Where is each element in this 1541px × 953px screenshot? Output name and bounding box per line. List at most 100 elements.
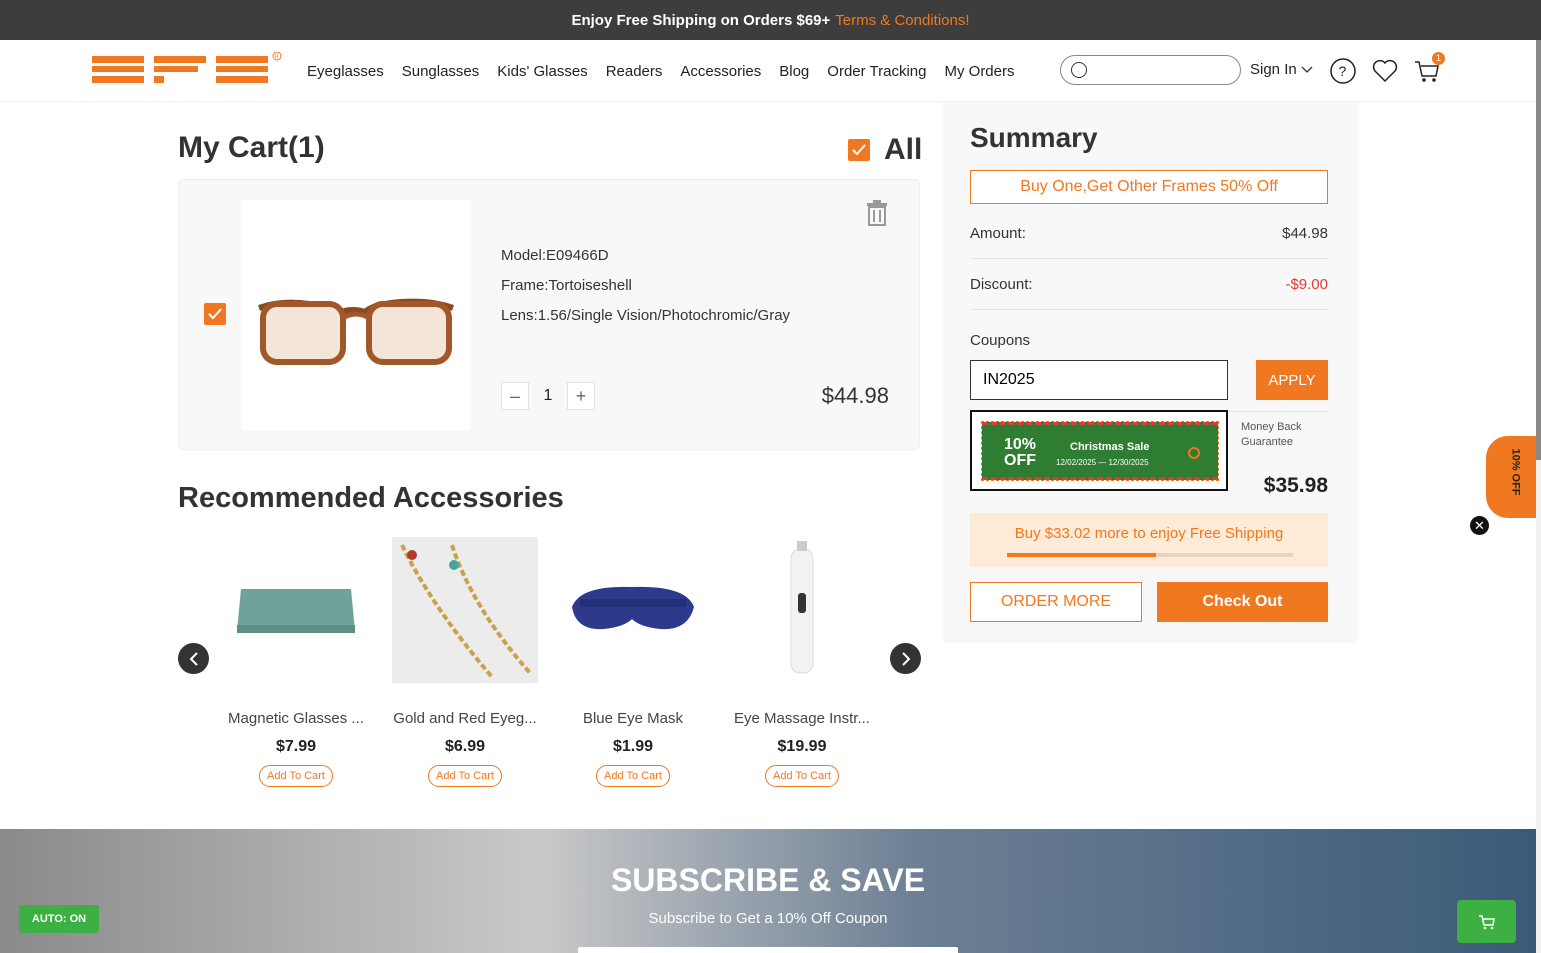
nav-readers[interactable]: Readers: [606, 63, 663, 80]
chevron-right-icon: [901, 651, 910, 666]
carousel-next-button[interactable]: [890, 643, 921, 674]
item-frame: Frame:Tortoiseshell: [501, 277, 632, 294]
free-shipping-progress: Buy $33.02 more to enjoy Free Shipping: [970, 513, 1328, 567]
amount-row: Amount: $44.98: [970, 225, 1328, 242]
chevron-down-icon: [1301, 66, 1313, 73]
item-checkbox[interactable]: [204, 303, 226, 325]
nav-sunglasses[interactable]: Sunglasses: [402, 63, 480, 80]
eye-massage-pen-image: [790, 541, 814, 674]
free-shipping-text: Buy $33.02 more to enjoy Free Shipping: [1014, 525, 1284, 542]
shipping-progress-fill: [1007, 553, 1156, 557]
glasses-chain-image: [392, 537, 538, 683]
order-more-button[interactable]: ORDER MORE: [970, 582, 1142, 622]
add-to-cart-button[interactable]: Add To Cart: [259, 765, 333, 787]
product-card[interactable]: Magnetic Glasses ... $7.99 Add To Cart: [216, 537, 376, 787]
cart-item: Model:E09466D Frame:Tortoiseshell Lens:1…: [178, 179, 920, 450]
auto-toggle-badge[interactable]: AUTO: ON: [19, 905, 99, 933]
coupons-label: Coupons: [970, 332, 1031, 349]
discount-row: Discount: -$9.00: [970, 276, 1328, 293]
apply-coupon-button[interactable]: APPLY: [1256, 360, 1328, 400]
page-scrollbar[interactable]: [1536, 40, 1541, 953]
search-icon: [1071, 62, 1087, 78]
discount-value: -$9.00: [1285, 276, 1328, 293]
select-all-label: All: [884, 133, 923, 166]
add-to-cart-button[interactable]: Add To Cart: [765, 765, 839, 787]
divider: [970, 258, 1328, 259]
add-to-cart-button[interactable]: Add To Cart: [428, 765, 502, 787]
floating-cart-button[interactable]: [1457, 900, 1516, 943]
svg-text:?: ?: [1339, 63, 1347, 79]
summary-title: Summary: [970, 122, 1098, 153]
nav-my-orders[interactable]: My Orders: [944, 63, 1014, 80]
coupon-radio[interactable]: [1188, 447, 1200, 459]
add-to-cart-button[interactable]: Add To Cart: [596, 765, 670, 787]
recommended-title: Recommended Accessories: [178, 482, 564, 514]
order-summary: Summary Buy One,Get Other Frames 50% Off…: [943, 102, 1358, 643]
product-card[interactable]: Blue Eye Mask $1.99 Add To Cart: [553, 537, 713, 787]
coupon-input[interactable]: [970, 360, 1228, 400]
nav-order-tracking[interactable]: Order Tracking: [827, 63, 926, 80]
quantity-value: 1: [543, 387, 553, 404]
nav-kids-glasses[interactable]: Kids' Glasses: [497, 63, 587, 80]
terms-link[interactable]: Terms & Conditions!: [835, 12, 969, 29]
cart-count-badge: 1: [1432, 52, 1445, 65]
search-box[interactable]: [1060, 55, 1241, 85]
subscribe-title: SUBSCRIBE & SAVE: [610, 862, 926, 898]
product-price: $1.99: [612, 738, 654, 755]
eye-mask-image: [572, 586, 694, 630]
select-all[interactable]: All: [848, 133, 922, 167]
sign-in-label: Sign In: [1250, 61, 1297, 78]
nav-eyeglasses[interactable]: Eyeglasses: [307, 63, 384, 80]
carousel-prev-button[interactable]: [178, 643, 209, 674]
checkmark-icon: [852, 144, 866, 156]
chevron-left-icon: [189, 651, 198, 666]
item-lens: Lens:1.56/Single Vision/Photochromic/Gra…: [501, 307, 791, 324]
nav-accessories[interactable]: Accessories: [680, 63, 761, 80]
select-all-checkbox[interactable]: [848, 139, 870, 161]
checkout-button[interactable]: Check Out: [1157, 582, 1328, 622]
divider: [970, 309, 1328, 310]
scrollbar-thumb[interactable]: [1536, 40, 1541, 460]
shipping-progress-bar: [1007, 553, 1293, 557]
nav-blog[interactable]: Blog: [779, 63, 809, 80]
increase-quantity-button[interactable]: +: [567, 382, 595, 410]
decrease-quantity-button[interactable]: –: [501, 382, 529, 410]
product-card[interactable]: Eye Massage Instr... $19.99 Add To Cart: [722, 537, 882, 787]
cart-title: My Cart(1): [178, 131, 325, 164]
sign-in-menu[interactable]: Sign In: [1250, 61, 1313, 78]
amount-label: Amount:: [970, 225, 1026, 242]
item-model: Model:E09466D: [501, 247, 609, 264]
svg-text:R: R: [275, 54, 279, 60]
product-name[interactable]: Magnetic Glasses ...: [216, 710, 376, 727]
money-back-guarantee: Money Back Guarantee: [1241, 421, 1302, 448]
discount-label: Discount:: [970, 276, 1033, 293]
site-header: R Eyeglasses Sunglasses Kids' Glasses Re…: [0, 40, 1536, 102]
product-card[interactable]: Gold and Red Eyeg... $6.99 Add To Cart: [385, 537, 545, 787]
help-icon[interactable]: ?: [1329, 57, 1357, 85]
coupon-dropdown: 10% OFF Christmas Sale 12/02/2025 — 12/3…: [970, 410, 1228, 491]
search-input[interactable]: [1093, 60, 1233, 80]
announcement-bar: Enjoy Free Shipping on Orders $69+ Terms…: [0, 0, 1541, 40]
wishlist-heart-icon[interactable]: [1371, 57, 1399, 85]
promo-banner[interactable]: Buy One,Get Other Frames 50% Off: [970, 170, 1328, 204]
coupon-name: Christmas Sale: [1070, 441, 1150, 453]
coupon-dates: 12/02/2025 — 12/30/2025: [1056, 458, 1149, 467]
discount-side-tab[interactable]: 10% OFF: [1486, 436, 1536, 518]
item-image[interactable]: [241, 200, 471, 430]
amount-value: $44.98: [1282, 225, 1328, 242]
coupon-option[interactable]: 10% OFF Christmas Sale 12/02/2025 — 12/3…: [981, 421, 1219, 481]
product-name[interactable]: Blue Eye Mask: [553, 710, 713, 727]
coupon-off-value: 10% OFF: [1004, 436, 1037, 469]
product-price: $19.99: [777, 738, 827, 755]
announcement-text: Enjoy Free Shipping on Orders $69+: [571, 11, 831, 29]
efe-logo[interactable]: R: [92, 52, 284, 88]
trash-icon[interactable]: [865, 200, 889, 226]
side-tab-label: 10% OFF: [1509, 448, 1522, 496]
glasses-case-image: [237, 589, 355, 633]
product-name[interactable]: Gold and Red Eyeg...: [385, 710, 545, 727]
product-name[interactable]: Eye Massage Instr...: [722, 710, 882, 727]
close-icon[interactable]: ✕: [1470, 516, 1489, 535]
checkmark-icon: [208, 308, 222, 320]
subscribe-subtitle: Subscribe to Get a 10% Off Coupon: [648, 910, 888, 927]
subscribe-email-input[interactable]: [578, 947, 958, 953]
